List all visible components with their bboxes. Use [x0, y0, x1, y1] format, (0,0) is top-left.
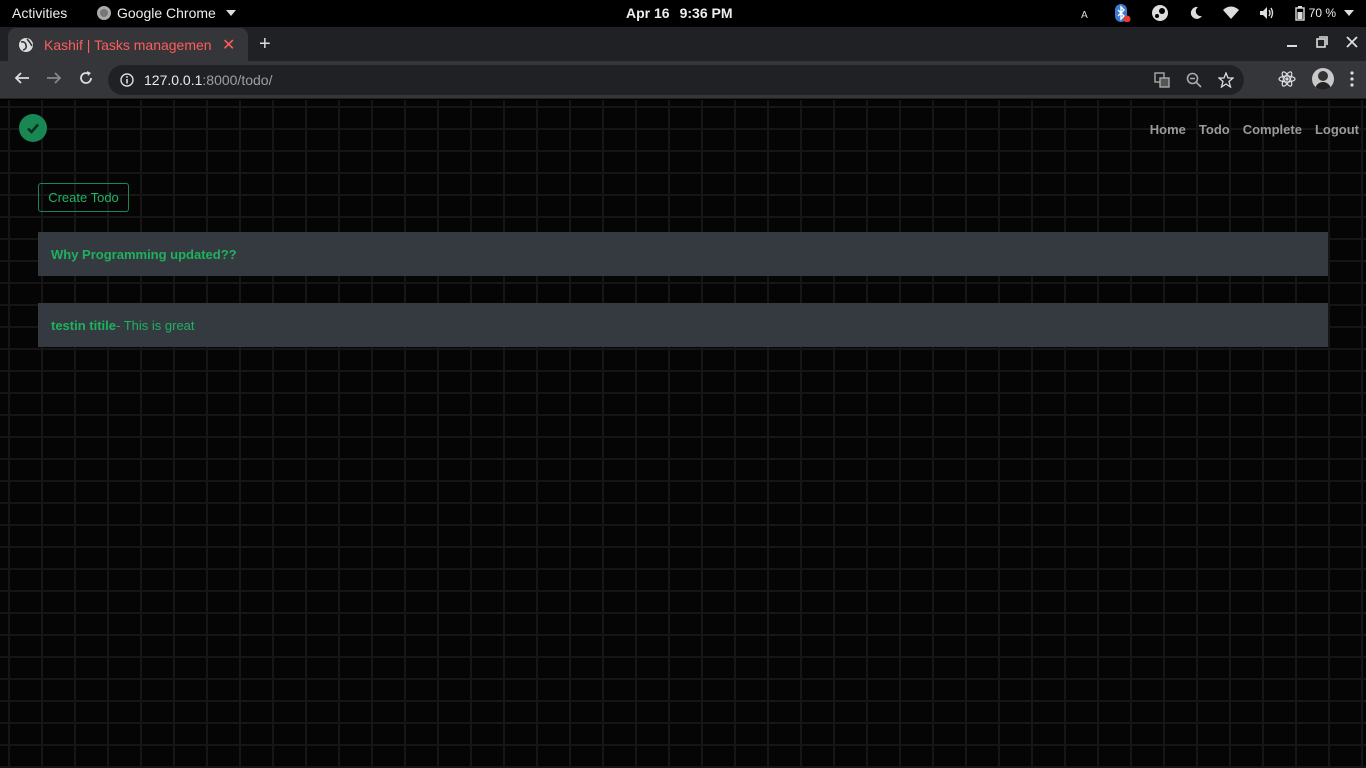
url-host: 127.0.0.1 — [144, 72, 203, 88]
window-controls — [1286, 36, 1358, 48]
battery-indicator[interactable]: 70 % — [1294, 5, 1354, 21]
site-info-icon[interactable] — [120, 73, 134, 87]
omnibox-actions — [1154, 72, 1234, 88]
minimize-icon[interactable] — [1286, 36, 1298, 48]
app-menu-label: Google Chrome — [117, 5, 216, 21]
nav-todo[interactable]: Todo — [1199, 122, 1230, 137]
chrome-icon — [97, 6, 111, 20]
todo-item[interactable]: testin titile - This is great — [38, 303, 1328, 347]
wifi-icon[interactable] — [1222, 6, 1239, 20]
tab-title: Kashif | Tasks managemen — [44, 36, 212, 53]
page-content: Home Todo Complete Logout Create Todo Wh… — [0, 100, 1366, 768]
night-light-icon[interactable] — [1189, 6, 1203, 20]
forward-icon[interactable] — [46, 70, 62, 86]
volume-icon[interactable] — [1259, 6, 1275, 20]
create-todo-button[interactable]: Create Todo — [38, 183, 129, 212]
back-icon[interactable] — [14, 70, 30, 86]
browser-toolbar: 127.0.0.1:8000/todo/ — [0, 61, 1366, 99]
toolbar-actions — [1278, 68, 1354, 90]
url-path: :8000/todo/ — [202, 72, 273, 88]
battery-label: 70 % — [1308, 6, 1336, 20]
app-menu[interactable]: Google Chrome — [97, 5, 236, 21]
todo-description: - This is great — [116, 317, 195, 333]
menu-kebab-icon[interactable] — [1350, 71, 1354, 87]
translate-icon[interactable] — [1154, 72, 1170, 88]
bookmark-star-icon[interactable] — [1218, 72, 1234, 88]
new-tab-button[interactable]: + — [259, 34, 271, 54]
todo-item[interactable]: Why Programming updated?? — [38, 232, 1328, 276]
activities-button[interactable]: Activities — [12, 5, 67, 21]
todo-title[interactable]: testin titile — [51, 318, 116, 333]
close-window-icon[interactable] — [1346, 36, 1358, 48]
input-method-icon[interactable]: A — [1079, 6, 1093, 20]
clock[interactable]: Apr 16 9:36 PM — [626, 5, 733, 21]
tab-strip: Kashif | Tasks managemen ✕ + — [0, 27, 1366, 61]
system-tray[interactable]: A 70 % — [1079, 4, 1354, 22]
react-devtools-icon[interactable] — [1278, 70, 1296, 88]
restore-icon[interactable] — [1316, 36, 1328, 48]
caret-down-icon — [225, 10, 236, 16]
reload-icon[interactable] — [78, 70, 94, 86]
site-nav: Home Todo Complete Logout — [1150, 122, 1359, 137]
profile-avatar[interactable] — [1312, 68, 1334, 90]
globe-icon — [19, 37, 33, 52]
tab-close-icon[interactable]: ✕ — [222, 35, 235, 55]
nav-logout[interactable]: Logout — [1315, 122, 1359, 137]
bluetooth-icon[interactable] — [1113, 4, 1131, 22]
todo-title[interactable]: Why Programming updated?? — [51, 247, 237, 262]
nav-home[interactable]: Home — [1150, 122, 1186, 137]
clock-date: Apr 16 — [626, 5, 670, 21]
svg-text:A: A — [1081, 10, 1088, 20]
zoom-icon[interactable] — [1186, 72, 1202, 88]
nav-complete[interactable]: Complete — [1243, 122, 1302, 137]
os-top-bar: Activities Google Chrome Apr 16 9:36 PM A… — [0, 0, 1366, 27]
steam-icon[interactable] — [1151, 4, 1169, 22]
clock-time: 9:36 PM — [679, 5, 733, 21]
tab-active[interactable]: Kashif | Tasks managemen ✕ — [8, 28, 248, 61]
caret-down-icon — [1344, 10, 1354, 16]
address-bar[interactable]: 127.0.0.1:8000/todo/ — [108, 65, 1244, 95]
checkmark-logo-icon[interactable] — [19, 114, 47, 142]
battery-icon — [1294, 5, 1305, 21]
